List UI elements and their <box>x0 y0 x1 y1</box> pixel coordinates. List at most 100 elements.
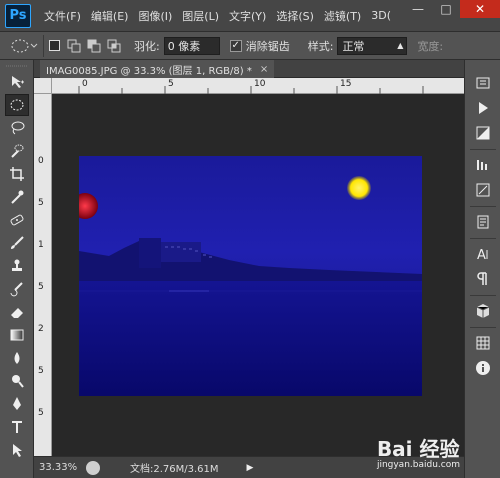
brush-panel-button[interactable] <box>472 180 494 200</box>
pen-tool[interactable] <box>5 393 29 415</box>
new-selection-button[interactable] <box>46 38 62 54</box>
path-select-tool[interactable] <box>5 439 29 461</box>
adjustments-panel-icon <box>476 126 489 140</box>
antialias-label: 消除锯齿 <box>245 39 290 53</box>
dock-separator <box>469 149 496 150</box>
panel-dock: A <box>464 60 500 478</box>
brush-icon <box>11 236 24 249</box>
healing-brush-tool[interactable] <box>5 209 29 231</box>
info-panel-icon <box>475 361 490 375</box>
dock-separator <box>469 206 496 207</box>
clone-source-button[interactable] <box>472 212 494 232</box>
adjustments-panel-button[interactable] <box>472 123 494 143</box>
minimize-button[interactable]: — <box>404 0 432 18</box>
ruler-tick: 1 <box>38 240 44 250</box>
dodge-tool[interactable] <box>5 370 29 392</box>
ruler-tick: 15 <box>340 79 352 89</box>
clone-stamp-tool[interactable] <box>5 255 29 277</box>
character-panel-button[interactable]: A <box>472 244 494 264</box>
eyedropper-tool[interactable] <box>5 186 29 208</box>
crop-icon <box>10 167 24 181</box>
lasso-icon <box>11 121 25 135</box>
feather-label: 羽化: <box>134 39 160 53</box>
svg-text:A: A <box>477 248 486 262</box>
3d-panel-button[interactable] <box>472 301 494 321</box>
eyedropper-icon <box>11 190 24 204</box>
ruler-origin[interactable] <box>34 78 52 94</box>
intersect-selection-button[interactable] <box>106 38 122 54</box>
subtract-selection-button[interactable] <box>86 38 102 54</box>
horizontal-ruler[interactable]: 0 5 10 15 <box>52 78 464 94</box>
move-tool-icon <box>12 76 24 88</box>
ruler-tick: 5 <box>38 198 44 208</box>
status-menu-arrow-icon[interactable]: ▶ <box>247 463 254 473</box>
menu-3d[interactable]: 3D( <box>366 9 396 22</box>
dock-grip[interactable] <box>465 60 500 68</box>
swatches-panel-icon <box>476 336 489 350</box>
gradient-tool[interactable] <box>5 324 29 346</box>
photo-canvas[interactable] <box>79 156 422 396</box>
style-select[interactable]: 正常 ▲ <box>337 36 408 55</box>
menu-bar: Ps 文件(F) 编辑(E) 图像(I) 图层(L) 文字(Y) 选择(S) 滤… <box>0 0 500 32</box>
width-label: 宽度: <box>417 39 444 53</box>
blur-icon <box>14 352 20 364</box>
brush-tool[interactable] <box>5 232 29 254</box>
pen-icon <box>13 397 21 410</box>
lasso-tool[interactable] <box>5 117 29 139</box>
history-panel-button[interactable] <box>472 73 494 93</box>
close-button[interactable]: ✕ <box>460 0 500 18</box>
actions-panel-button[interactable] <box>472 98 494 118</box>
menu-edit[interactable]: 编辑(E) <box>86 8 134 24</box>
character-panel-icon: A <box>477 248 487 262</box>
tools-panel <box>0 60 34 478</box>
eraser-tool[interactable] <box>5 301 29 323</box>
paragraph-panel-button[interactable] <box>472 269 494 289</box>
move-tool[interactable] <box>5 71 29 93</box>
quick-select-icon <box>11 144 24 158</box>
actions-panel-icon <box>478 102 488 114</box>
dock-separator <box>469 327 496 328</box>
close-tab-icon[interactable]: × <box>260 64 268 75</box>
photoshop-logo: Ps <box>5 3 31 28</box>
document-tab-bar: IMAG0085.JPG @ 33.3% (图层 1, RGB/8) * × <box>34 60 464 78</box>
chevron-down-icon: ▲ <box>397 41 404 50</box>
menu-file[interactable]: 文件(F) <box>39 8 86 24</box>
menu-filter[interactable]: 滤镜(T) <box>319 8 366 24</box>
menu-type[interactable]: 文字(Y) <box>224 8 271 24</box>
type-tool[interactable] <box>5 416 29 438</box>
toolbar-grip[interactable] <box>0 60 33 70</box>
paragraph-panel-icon <box>476 272 487 285</box>
document-tab[interactable]: IMAG0085.JPG @ 33.3% (图层 1, RGB/8) * × <box>40 60 275 78</box>
watermark-brand: Bai 经验 <box>376 437 460 461</box>
layer-comps-button[interactable] <box>472 155 494 175</box>
crop-tool[interactable] <box>5 163 29 185</box>
history-panel-icon <box>476 77 489 89</box>
menu-image[interactable]: 图像(I) <box>133 8 177 24</box>
feather-input[interactable]: 0 像素 <box>163 36 220 55</box>
document-size-info: 文档:2.76M/3.61M <box>130 464 219 475</box>
tool-preset-picker[interactable] <box>4 34 44 57</box>
blur-tool[interactable] <box>5 347 29 369</box>
history-brush-tool[interactable] <box>5 278 29 300</box>
canvas-area[interactable] <box>52 94 464 456</box>
window-controls: — □ ✕ <box>404 0 500 22</box>
ruler-tick: 2 <box>38 324 44 334</box>
add-selection-button[interactable] <box>66 38 82 54</box>
menu-select[interactable]: 选择(S) <box>271 8 319 24</box>
zoom-level[interactable]: 33.33% <box>34 462 78 473</box>
status-info-icon[interactable] <box>86 460 100 475</box>
antialias-checkbox[interactable]: ✓ <box>229 39 242 52</box>
quick-select-tool[interactable] <box>5 140 29 162</box>
add-selection-icon <box>67 39 81 52</box>
elliptical-marquee-tool[interactable] <box>5 94 29 116</box>
ruler-tick: 5 <box>38 408 44 418</box>
info-panel-button[interactable] <box>472 358 494 378</box>
vertical-ruler[interactable]: 0 5 1 5 2 5 5 <box>34 94 52 456</box>
ruler-tick: 5 <box>38 366 44 376</box>
elliptical-marquee-icon <box>10 99 24 111</box>
maximize-button[interactable]: □ <box>432 0 460 18</box>
subtract-selection-icon <box>87 39 101 52</box>
ruler-tick: 10 <box>254 79 266 89</box>
swatches-panel-button[interactable] <box>472 333 494 353</box>
menu-layer[interactable]: 图层(L) <box>177 8 224 24</box>
